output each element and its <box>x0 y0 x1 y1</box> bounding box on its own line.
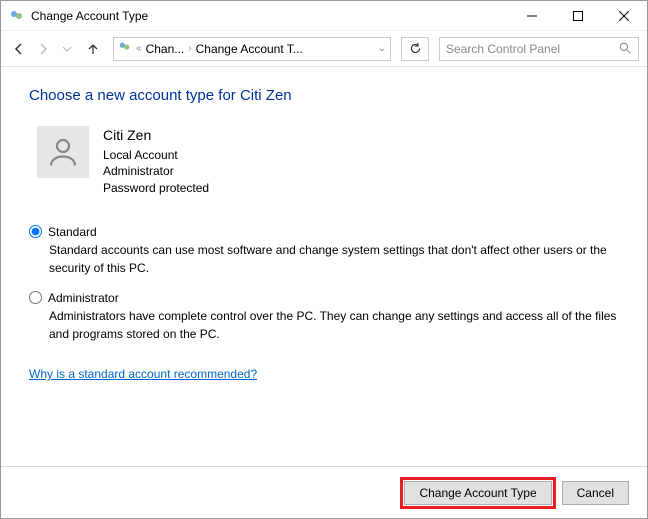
standard-label: Standard <box>48 225 97 239</box>
maximize-button[interactable] <box>555 1 601 30</box>
footer: Change Account Type Cancel <box>1 466 647 518</box>
recent-dropdown[interactable] <box>57 39 77 59</box>
up-button[interactable] <box>83 39 103 59</box>
administrator-description: Administrators have complete control ove… <box>49 307 619 343</box>
user-password-status: Password protected <box>103 180 209 197</box>
user-role: Administrator <box>103 163 209 180</box>
administrator-radio[interactable] <box>29 291 42 304</box>
minimize-button[interactable] <box>509 1 555 30</box>
avatar <box>37 126 89 178</box>
option-administrator: Administrator Administrators have comple… <box>29 291 619 343</box>
breadcrumb-item[interactable]: Change Account T... <box>196 42 303 56</box>
window-title: Change Account Type <box>31 9 509 23</box>
search-icon <box>619 42 632 55</box>
chevron-down-icon[interactable]: ⌄ <box>378 43 386 54</box>
administrator-label: Administrator <box>48 291 119 305</box>
page-title: Choose a new account type for Citi Zen <box>29 87 619 104</box>
forward-button[interactable] <box>33 39 53 59</box>
app-icon <box>9 8 25 24</box>
search-input[interactable]: Search Control Panel <box>439 37 639 61</box>
breadcrumb-sep-icon: « <box>136 43 142 54</box>
navigation-bar: « Chan... › Change Account T... ⌄ Search… <box>1 31 647 67</box>
user-info: Citi Zen Local Account Administrator Pas… <box>37 126 619 197</box>
breadcrumb-item[interactable]: Chan... <box>146 42 185 56</box>
search-placeholder: Search Control Panel <box>446 42 619 56</box>
titlebar: Change Account Type <box>1 1 647 31</box>
back-button[interactable] <box>9 39 29 59</box>
standard-radio[interactable] <box>29 225 42 238</box>
help-link[interactable]: Why is a standard account recommended? <box>29 367 257 381</box>
address-icon <box>118 40 132 57</box>
cancel-button[interactable]: Cancel <box>562 481 629 505</box>
address-bar[interactable]: « Chan... › Change Account T... ⌄ <box>113 37 391 61</box>
standard-description: Standard accounts can use most software … <box>49 241 619 277</box>
close-button[interactable] <box>601 1 647 30</box>
user-account-type: Local Account <box>103 147 209 164</box>
user-name: Citi Zen <box>103 126 209 146</box>
change-account-type-button[interactable]: Change Account Type <box>404 481 551 505</box>
chevron-right-icon: › <box>188 43 191 54</box>
refresh-button[interactable] <box>401 37 429 61</box>
option-standard: Standard Standard accounts can use most … <box>29 225 619 277</box>
